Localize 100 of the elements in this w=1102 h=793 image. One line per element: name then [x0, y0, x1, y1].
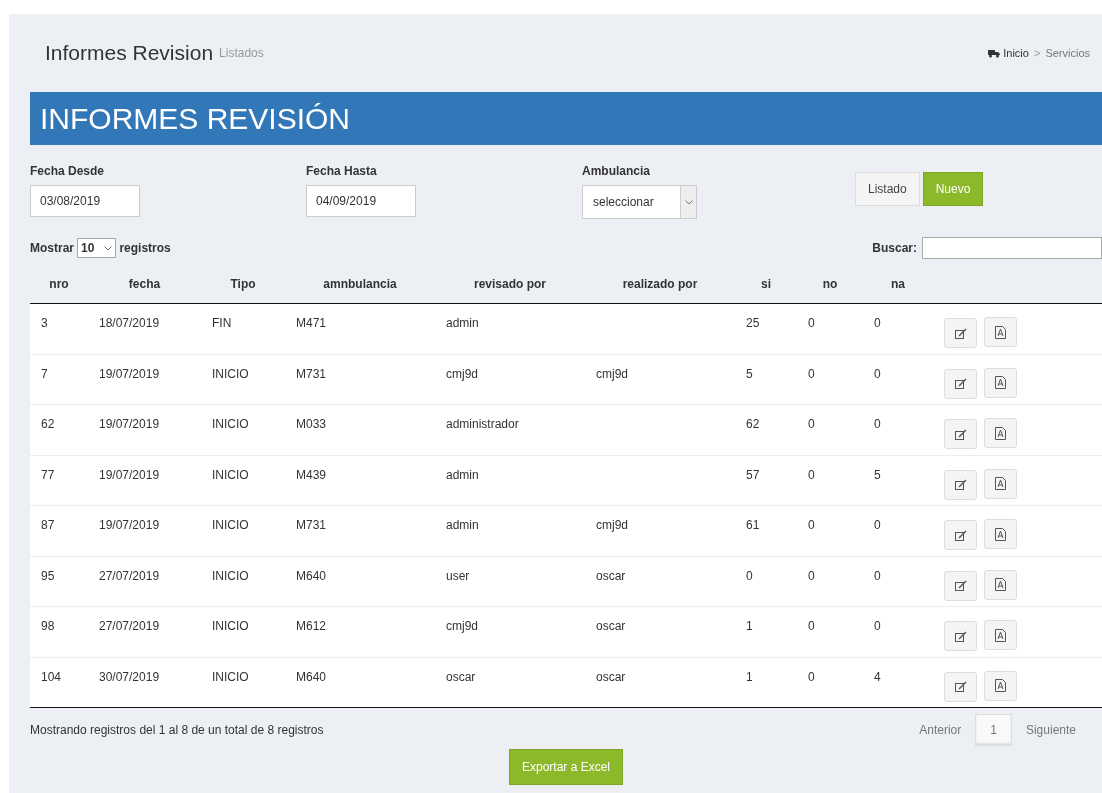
edit-button[interactable] [944, 318, 977, 348]
pdf-button[interactable] [984, 418, 1017, 448]
edit-icon [954, 681, 967, 692]
table-cell: 0 [874, 417, 881, 431]
table-cell: 19/07/2019 [99, 467, 160, 482]
table-cell: 7 [41, 366, 48, 381]
truck-icon [988, 48, 1001, 58]
table-cell: 98 [41, 619, 55, 633]
pdf-file-icon [995, 578, 1006, 591]
table-cell: 19/07/2019 [99, 518, 160, 532]
column-header: si [735, 265, 797, 304]
edit-icon [954, 428, 967, 440]
table-cell: 0 [746, 568, 753, 583]
table-cell: oscar [446, 669, 476, 684]
field-label: Fecha Desde [30, 163, 106, 180]
table-cell: 27/07/2019 [99, 568, 160, 583]
pdf-file-icon [995, 477, 1006, 490]
pdf-file-icon [995, 679, 1006, 692]
pdf-button[interactable] [984, 367, 1017, 398]
list-button[interactable]: Listado [855, 172, 920, 206]
table-cell: M439 [296, 467, 327, 482]
table-cell: user [446, 568, 470, 583]
edit-icon [954, 630, 967, 642]
table-cell: 0 [874, 619, 881, 633]
table-cell: cmj9d [596, 518, 628, 532]
edit-icon [954, 378, 967, 389]
column-header: Tipo [201, 265, 285, 304]
next-link[interactable]: Siguiente [1011, 715, 1090, 745]
table-info: Mostrando registros del 1 al 8 de un total de 8 registros [30, 722, 324, 739]
table-cell: oscar [596, 568, 626, 583]
table-cell: INICIO [212, 568, 249, 583]
table-cell: M640 [296, 669, 327, 684]
pdf-button[interactable] [984, 519, 1017, 549]
table-cell: 0 [874, 568, 881, 583]
table-cell: 5 [746, 366, 753, 381]
edit-button[interactable] [944, 368, 977, 399]
table-cell: 19/07/2019 [99, 417, 160, 431]
date-field[interactable]: 04/09/2019 [306, 185, 416, 217]
table-cell: 30/07/2019 [99, 669, 160, 684]
table-cell: FIN [212, 316, 232, 330]
table-cell: 0 [874, 366, 881, 381]
table-cell: cmj9d [446, 619, 478, 633]
edit-icon [954, 327, 967, 339]
column-header: realizado por [585, 265, 735, 304]
table-cell: M731 [296, 518, 327, 532]
table-cell: 104 [41, 669, 62, 684]
table-cell: 62 [746, 417, 760, 431]
previous-link[interactable]: Anterior [905, 715, 976, 745]
table-cell: 0 [808, 316, 815, 330]
table-cell: M731 [296, 366, 327, 381]
breadcrumb-link[interactable]: Inicio [988, 44, 1029, 62]
column-header: no [797, 265, 863, 304]
pdf-button[interactable] [984, 670, 1017, 701]
table-cell: M640 [296, 568, 327, 583]
table-cell: 4 [874, 669, 881, 684]
table-cell: 25 [746, 316, 760, 330]
edit-button[interactable] [944, 671, 977, 702]
table-cell: admin [446, 467, 479, 482]
table-cell: INICIO [212, 669, 249, 684]
table-cell: INICIO [212, 417, 249, 431]
table-cell: 61 [746, 518, 760, 532]
column-header: nro [30, 265, 88, 304]
ambulance-select[interactable]: seleccionar [582, 185, 697, 219]
pdf-file-icon [995, 325, 1006, 339]
table-cell: 1 [746, 619, 753, 633]
pdf-button[interactable] [984, 317, 1017, 347]
page-length-select[interactable]: 10 [77, 238, 117, 258]
length-label: Mostrar [30, 240, 74, 257]
page-button[interactable]: 1 [975, 714, 1012, 746]
pdf-file-icon [995, 426, 1006, 440]
table-cell: 18/07/2019 [99, 316, 160, 330]
edit-button[interactable] [944, 621, 977, 651]
table-cell: administrador [446, 417, 519, 431]
table-cell: 0 [808, 518, 815, 532]
search-field[interactable] [922, 237, 1102, 259]
date-field[interactable]: 03/08/2019 [30, 185, 140, 217]
table-cell: admin [446, 518, 479, 532]
table-cell: 1 [746, 669, 753, 684]
table-cell: 87 [41, 518, 55, 532]
edit-button[interactable] [944, 520, 977, 550]
pdf-button[interactable] [984, 468, 1017, 499]
column-header: revisado por [435, 265, 585, 304]
edit-button[interactable] [944, 419, 977, 449]
page-subtitle: Listados [219, 45, 264, 62]
edit-button[interactable] [944, 570, 977, 601]
table-cell: INICIO [212, 366, 249, 381]
search-label: Buscar: [872, 240, 917, 257]
column-header: fecha [88, 265, 201, 304]
column-header: amnbulancia [285, 265, 435, 304]
edit-button[interactable] [944, 469, 977, 500]
table-cell: 0 [808, 619, 815, 633]
table-cell: M471 [296, 316, 327, 330]
caret-icon [104, 245, 113, 251]
pdf-button[interactable] [984, 620, 1017, 650]
table-cell: 77 [41, 467, 55, 482]
table-cell: oscar [596, 619, 626, 633]
breadcrumb-link[interactable]: Servicios [1045, 44, 1090, 62]
pdf-button[interactable] [984, 569, 1017, 600]
table-cell: 62 [41, 417, 55, 431]
table-cell: cmj9d [446, 366, 478, 381]
